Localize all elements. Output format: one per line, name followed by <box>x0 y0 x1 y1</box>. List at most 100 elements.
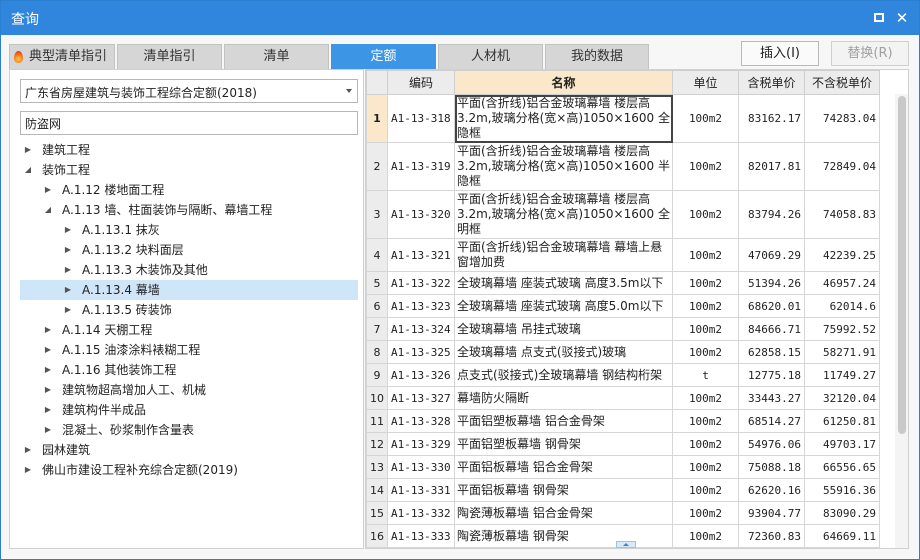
tree-node-a1-12[interactable]: ▶ A.1.12 楼地面工程 <box>20 180 358 200</box>
tab-bill[interactable]: 清单 <box>224 44 329 69</box>
tree-node-prefab[interactable]: ▶ 建筑构件半成品 <box>20 400 358 420</box>
cell-unit[interactable]: 100m2 <box>672 238 739 272</box>
cell-unit[interactable]: 100m2 <box>672 409 739 433</box>
collapse-icon[interactable]: ◢ <box>22 160 34 180</box>
cell-name[interactable]: 陶瓷薄板幕墙 铝合金骨架 <box>454 501 673 525</box>
expand-icon[interactable]: ▶ <box>22 440 34 460</box>
table-row[interactable]: 7 A1-13-324 全玻璃幕墙 吊挂式玻璃 100m2 84666.71 7… <box>366 317 880 341</box>
col-header-tax-price[interactable]: 含税单价 <box>738 70 805 95</box>
tab-bill-guide[interactable]: 清单指引 <box>117 44 222 69</box>
cell-code[interactable]: A1-13-324 <box>387 317 455 341</box>
title-bar[interactable]: 查询 ✕ <box>1 1 919 35</box>
cell-unit[interactable]: 100m2 <box>672 478 739 502</box>
cell-tax-price[interactable]: 75088.18 <box>738 455 805 479</box>
cell-unit[interactable]: 100m2 <box>672 142 739 191</box>
cell-unit[interactable]: 100m2 <box>672 190 739 239</box>
cell-notax-price[interactable]: 49703.17 <box>804 432 880 456</box>
search-input[interactable] <box>20 111 358 135</box>
table-row[interactable]: 15 A1-13-332 陶瓷薄板幕墙 铝合金骨架 100m2 93904.77… <box>366 501 880 525</box>
cell-tax-price[interactable]: 51394.26 <box>738 271 805 295</box>
cell-name[interactable]: 平面(含折线)铝合金玻璃幕墙 楼层高3.2m,玻璃分格(宽×高)1050×160… <box>454 190 673 239</box>
cell-tax-price[interactable]: 93904.77 <box>738 501 805 525</box>
insert-button[interactable]: 插入(I) <box>741 41 819 66</box>
cell-name[interactable]: 幕墙防火隔断 <box>454 386 673 410</box>
cell-code[interactable]: A1-13-325 <box>387 340 455 364</box>
cell-unit[interactable]: 100m2 <box>672 524 739 548</box>
cell-name[interactable]: 平面铝板幕墙 钢骨架 <box>454 478 673 502</box>
expand-icon[interactable]: ▶ <box>62 300 74 320</box>
cell-code[interactable]: A1-13-331 <box>387 478 455 502</box>
expand-icon[interactable]: ▶ <box>42 360 54 380</box>
tree-node-concrete[interactable]: ▶ 混凝土、砂浆制作含量表 <box>20 420 358 440</box>
cell-name[interactable]: 平面铝塑板幕墙 铝合金骨架 <box>454 409 673 433</box>
cell-notax-price[interactable]: 55916.36 <box>804 478 880 502</box>
cell-tax-price[interactable]: 68514.27 <box>738 409 805 433</box>
cell-unit[interactable]: 100m2 <box>672 340 739 364</box>
tree-node-foshan[interactable]: ▶ 佛山市建设工程补充综合定额(2019) <box>20 460 358 480</box>
table-row[interactable]: 6 A1-13-323 全玻璃幕墙 座装式玻璃 高度5.0m以下 100m2 6… <box>366 294 880 318</box>
cell-notax-price[interactable]: 11749.27 <box>804 363 880 387</box>
tree-node-a1-15[interactable]: ▶ A.1.15 油漆涂料裱糊工程 <box>20 340 358 360</box>
cell-code[interactable]: A1-13-328 <box>387 409 455 433</box>
cell-name[interactable]: 点支式(驳接式)全玻璃幕墙 钢结构桁架 <box>454 363 673 387</box>
expand-icon[interactable]: ▶ <box>62 260 74 280</box>
tab-quota[interactable]: 定额 <box>331 44 436 69</box>
cell-notax-price[interactable]: 64669.11 <box>804 524 880 548</box>
col-header-code[interactable]: 编码 <box>387 70 455 95</box>
expand-icon[interactable]: ▶ <box>22 140 34 160</box>
cell-name[interactable]: 平面铝板幕墙 铝合金骨架 <box>454 455 673 479</box>
table-row[interactable]: 9 A1-13-326 点支式(驳接式)全玻璃幕墙 钢结构桁架 t 12775.… <box>366 363 880 387</box>
cell-tax-price[interactable]: 12775.18 <box>738 363 805 387</box>
cell-notax-price[interactable]: 61250.81 <box>804 409 880 433</box>
maximize-button[interactable] <box>871 10 887 26</box>
cell-unit[interactable]: 100m2 <box>672 294 739 318</box>
cell-tax-price[interactable]: 62858.15 <box>738 340 805 364</box>
close-button[interactable]: ✕ <box>894 10 910 26</box>
cell-tax-price[interactable]: 83794.26 <box>738 190 805 239</box>
table-row[interactable]: 1 A1-13-318 平面(含折线)铝合金玻璃幕墙 楼层高3.2m,玻璃分格(… <box>366 94 880 143</box>
cell-unit[interactable]: 100m2 <box>672 501 739 525</box>
tree-node-a1-13-1[interactable]: ▶ A.1.13.1 抹灰 <box>20 220 358 240</box>
cell-code[interactable]: A1-13-321 <box>387 238 455 272</box>
cell-code[interactable]: A1-13-320 <box>387 190 455 239</box>
col-header-unit[interactable]: 单位 <box>672 70 739 95</box>
table-row[interactable]: 13 A1-13-330 平面铝板幕墙 铝合金骨架 100m2 75088.18… <box>366 455 880 479</box>
cell-tax-price[interactable]: 47069.29 <box>738 238 805 272</box>
expand-icon[interactable]: ▶ <box>42 420 54 440</box>
expand-icon[interactable]: ▶ <box>42 380 54 400</box>
quota-library-dropdown[interactable]: 广东省房屋建筑与装饰工程综合定额(2018) <box>20 79 358 103</box>
cell-name[interactable]: 全玻璃幕墙 点支式(驳接式)玻璃 <box>454 340 673 364</box>
cell-code[interactable]: A1-13-333 <box>387 524 455 548</box>
expand-icon[interactable]: ▶ <box>62 220 74 240</box>
cell-notax-price[interactable]: 42239.25 <box>804 238 880 272</box>
expand-icon[interactable]: ▶ <box>42 400 54 420</box>
cell-code[interactable]: A1-13-323 <box>387 294 455 318</box>
collapse-icon[interactable]: ◢ <box>42 200 54 220</box>
cell-notax-price[interactable]: 83090.29 <box>804 501 880 525</box>
tree-node-a1-13[interactable]: ◢ A.1.13 墙、柱面装饰与隔断、幕墙工程 <box>20 200 358 220</box>
cell-tax-price[interactable]: 33443.27 <box>738 386 805 410</box>
cell-code[interactable]: A1-13-322 <box>387 271 455 295</box>
expand-icon[interactable]: ▶ <box>42 340 54 360</box>
cell-code[interactable]: A1-13-319 <box>387 142 455 191</box>
tree-node-decoration[interactable]: ◢ 装饰工程 <box>20 160 358 180</box>
tab-typical-bill-guide[interactable]: 典型清单指引 <box>9 44 115 69</box>
tab-my-data[interactable]: 我的数据 <box>545 44 649 69</box>
cell-unit[interactable]: t <box>672 363 739 387</box>
tree-node-building[interactable]: ▶ 建筑工程 <box>20 140 358 160</box>
expand-icon[interactable]: ▶ <box>42 320 54 340</box>
cell-notax-price[interactable]: 66556.65 <box>804 455 880 479</box>
tree-node-a1-13-3[interactable]: ▶ A.1.13.3 木装饰及其他 <box>20 260 358 280</box>
cell-code[interactable]: A1-13-326 <box>387 363 455 387</box>
cell-notax-price[interactable]: 74058.83 <box>804 190 880 239</box>
cell-code[interactable]: A1-13-318 <box>387 94 455 143</box>
col-header-notax-price[interactable]: 不含税单价 <box>804 70 880 95</box>
cell-name[interactable]: 全玻璃幕墙 座装式玻璃 高度5.0m以下 <box>454 294 673 318</box>
table-row[interactable]: 14 A1-13-331 平面铝板幕墙 钢骨架 100m2 62620.16 5… <box>366 478 880 502</box>
tree-node-a1-13-4[interactable]: ▶ A.1.13.4 幕墙 <box>20 280 358 300</box>
cell-notax-price[interactable]: 46957.24 <box>804 271 880 295</box>
col-header-name[interactable]: 名称 <box>454 70 673 95</box>
table-row[interactable]: 3 A1-13-320 平面(含折线)铝合金玻璃幕墙 楼层高3.2m,玻璃分格(… <box>366 190 880 239</box>
cell-tax-price[interactable]: 54976.06 <box>738 432 805 456</box>
vertical-scrollbar[interactable] <box>895 94 908 548</box>
